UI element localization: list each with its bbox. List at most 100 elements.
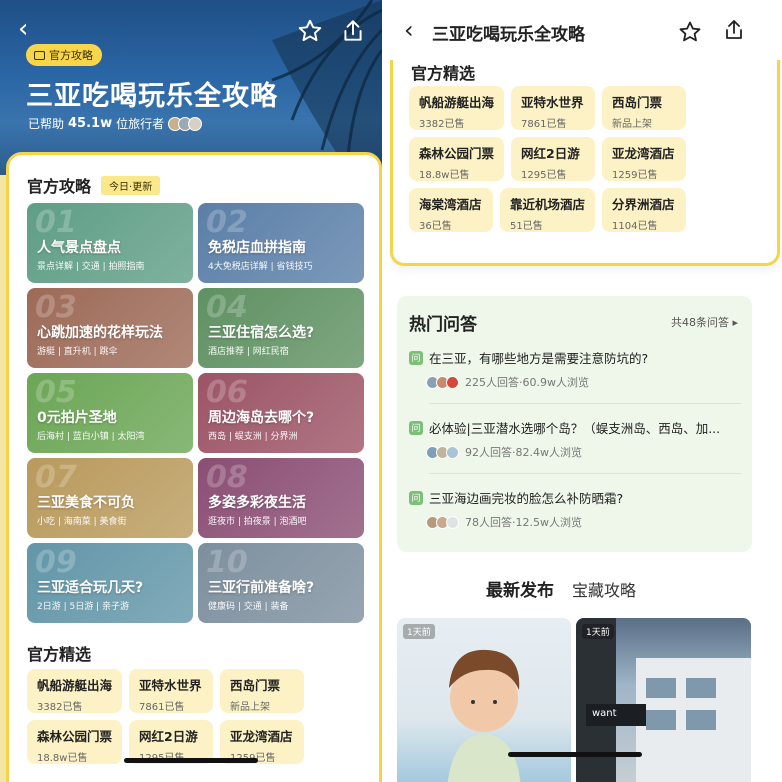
tab-latest[interactable]: 最新发布	[482, 576, 558, 601]
guide-tile[interactable]: 03 心跳加速的花样玩法 游艇 | 直升机 | 跳伞	[27, 288, 193, 368]
badge-label: 官方攻略	[49, 49, 93, 62]
selection-chip[interactable]: 靠近机场酒店 51已售	[500, 188, 596, 232]
answer-meta: 78人回答·12.5w人浏览	[465, 516, 582, 529]
guide-title: 三亚行前准备啥?	[208, 580, 315, 596]
guide-tile[interactable]: 07 三亚美食不可负 小吃 | 海南菜 | 美食街	[27, 458, 193, 538]
share-icon[interactable]	[340, 18, 366, 44]
answer-meta: 92人回答·82.4w人浏览	[465, 446, 582, 459]
sold-count: 3382已售	[37, 702, 83, 713]
product-name: 亚特水世界	[521, 95, 584, 110]
feed-tabs: 最新发布 宝藏攻略	[482, 576, 636, 601]
nav-title: 三亚吃喝玩乐全攻略	[432, 25, 585, 45]
guide-tile[interactable]: 01 人气景点盘点 景点详解 | 交通 | 拍照指南	[27, 203, 193, 283]
guide-number: 08	[206, 460, 248, 495]
qa-total-link[interactable]: 共48条问答 ▸	[671, 314, 738, 330]
back-icon[interactable]: ‹	[18, 16, 28, 42]
helped-prefix: 已帮助	[28, 117, 65, 131]
tab-treasure[interactable]: 宝藏攻略	[572, 577, 636, 601]
selection-chip[interactable]: 森林公园门票 18.8w已售	[409, 137, 505, 181]
selection-grid: 帆船游艇出海 3382已售 亚特水世界 7861已售 西岛门票 新品上架森林公园门票 18.…	[409, 86, 709, 232]
question-icon: 问	[409, 420, 423, 435]
helped-suffix: 位旅行者	[116, 117, 165, 131]
qa-total-label: 共48条问答	[670, 316, 729, 329]
guide-title: 0元拍片圣地	[37, 410, 117, 426]
star-icon[interactable]	[297, 18, 323, 44]
avatar-group	[426, 445, 459, 459]
helped-count: 已帮助 45.1w 位旅行者	[28, 115, 203, 132]
product-name: 西岛门票	[230, 678, 281, 693]
guide-tile[interactable]: 09 三亚适合玩几天? 2日游 | 5日游 | 亲子游	[27, 543, 193, 623]
guide-title: 多姿多彩夜生活	[208, 495, 306, 511]
qa-item[interactable]: 问三亚海边画完妆的脸怎么补防晒霜? 78人回答·12.5w人浏览	[409, 488, 741, 530]
guide-subtitle: 后海村 | 蓝白小镇 | 太阳湾	[37, 432, 145, 442]
chevron-right-icon: ▸	[732, 316, 738, 329]
guide-title: 三亚适合玩几天?	[37, 580, 144, 596]
post-time: 1天前	[582, 624, 614, 639]
selection-header: 官方精选	[27, 641, 91, 665]
guide-title: 周边海岛去哪个?	[208, 410, 315, 426]
guide-tile[interactable]: 10 三亚行前准备啥? 健康码 | 交通 | 装备	[198, 543, 364, 623]
guide-subtitle: 西岛 | 蜈支洲 | 分界洲	[208, 432, 298, 442]
guide-number: 03	[35, 290, 77, 325]
guide-number: 09	[35, 545, 77, 580]
selection-chip[interactable]: 海棠湾酒店 36已售	[409, 188, 493, 232]
star-icon[interactable]	[678, 20, 702, 44]
guide-title: 三亚美食不可负	[37, 495, 135, 511]
selection-chip[interactable]: 分界洲酒店 1104已售	[602, 188, 687, 232]
feed-post[interactable]: 1天前	[397, 618, 571, 782]
selection-chip[interactable]: 西岛门票 新品上架	[220, 669, 305, 713]
right-screen: ‹ 三亚吃喝玩乐全攻略 官方精选 帆船游艇出海 3382已售 亚特水世界 7861已售…	[390, 0, 782, 782]
guide-tile[interactable]: 08 多姿多彩夜生活 逛夜市 | 拍夜景 | 泡酒吧	[198, 458, 364, 538]
guide-subtitle: 4大免税店详解 | 省钱技巧	[208, 262, 313, 272]
selection-chip[interactable]: 亚特水世界 7861已售	[511, 86, 596, 130]
sold-count: 1259已售	[612, 170, 658, 181]
sold-count: 新品上架	[612, 119, 653, 130]
sold-count: 51已售	[510, 221, 543, 232]
qa-item[interactable]: 问在三亚，有哪些地方是需要注意防坑的? 225人回答·60.9w人浏览	[409, 348, 741, 390]
guide-subtitle: 酒店推荐 | 网红民宿	[208, 347, 289, 357]
guide-card: 官方攻略 今日·更新 01 人气景点盘点 景点详解 | 交通 | 拍照指南 02 免税店…	[6, 152, 382, 782]
feed-post[interactable]: 1天前 want	[576, 618, 751, 782]
sold-count: 7861已售	[521, 119, 567, 130]
guide-title: 人气景点盘点	[37, 240, 121, 256]
sold-count: 36已售	[419, 221, 452, 232]
guide-number: 04	[206, 290, 248, 325]
avatar	[188, 116, 203, 131]
selection-chip[interactable]: 网红2日游 1295已售	[511, 137, 596, 181]
sold-count: 1295已售	[521, 170, 567, 181]
selection-chip[interactable]: 帆船游艇出海 3382已售	[409, 86, 505, 130]
product-name: 网红2日游	[521, 146, 580, 161]
avatar	[446, 375, 459, 389]
share-icon[interactable]	[722, 18, 746, 42]
qa-item[interactable]: 问必体验|三亚潜水选哪个岛？（蜈支洲岛、西岛、加... 92人回答·82.4w人浏…	[409, 418, 741, 460]
qa-title: 热门问答	[409, 315, 477, 335]
selection-chip[interactable]: 亚龙湾酒店 1259已售	[602, 137, 687, 181]
guides-header: 官方攻略 今日·更新	[27, 173, 161, 197]
selection-title: 官方精选	[27, 645, 92, 664]
selection-grid: 帆船游艇出海 3382已售 亚特水世界 7861已售 西岛门票 新品上架森林公园门票 18.…	[27, 669, 327, 764]
question-icon: 问	[409, 350, 423, 365]
selection-chip[interactable]: 森林公园门票 18.8w已售	[27, 720, 123, 764]
guide-tile[interactable]: 06 周边海岛去哪个? 西岛 | 蜈支洲 | 分界洲	[198, 373, 364, 453]
selection-chip[interactable]: 西岛门票 新品上架	[602, 86, 687, 130]
selection-chip[interactable]: 亚特水世界 7861已售	[129, 669, 214, 713]
hotel-photo	[576, 618, 751, 782]
sold-count: 7861已售	[139, 702, 185, 713]
divider	[429, 403, 741, 404]
guide-subtitle: 小吃 | 海南菜 | 美食街	[37, 517, 127, 527]
bookmark-icon	[34, 50, 45, 60]
guide-tile[interactable]: 05 0元拍片圣地 后海村 | 蓝白小镇 | 太阳湾	[27, 373, 193, 453]
guide-subtitle: 2日游 | 5日游 | 亲子游	[37, 602, 129, 612]
sold-count: 3382已售	[419, 119, 465, 130]
back-icon[interactable]: ‹	[404, 16, 414, 44]
product-name: 海棠湾酒店	[419, 197, 482, 212]
avatar-group	[168, 116, 203, 131]
post-time: 1天前	[403, 624, 435, 639]
guide-tile[interactable]: 02 免税店血拼指南 4大免税店详解 | 省钱技巧	[198, 203, 364, 283]
guide-tile[interactable]: 04 三亚住宿怎么选? 酒店推荐 | 网红民宿	[198, 288, 364, 368]
guide-number: 01	[35, 205, 77, 240]
product-name: 网红2日游	[139, 729, 198, 744]
divider	[429, 473, 741, 474]
selection-chip[interactable]: 帆船游艇出海 3382已售	[27, 669, 123, 713]
product-name: 亚龙湾酒店	[230, 729, 293, 744]
